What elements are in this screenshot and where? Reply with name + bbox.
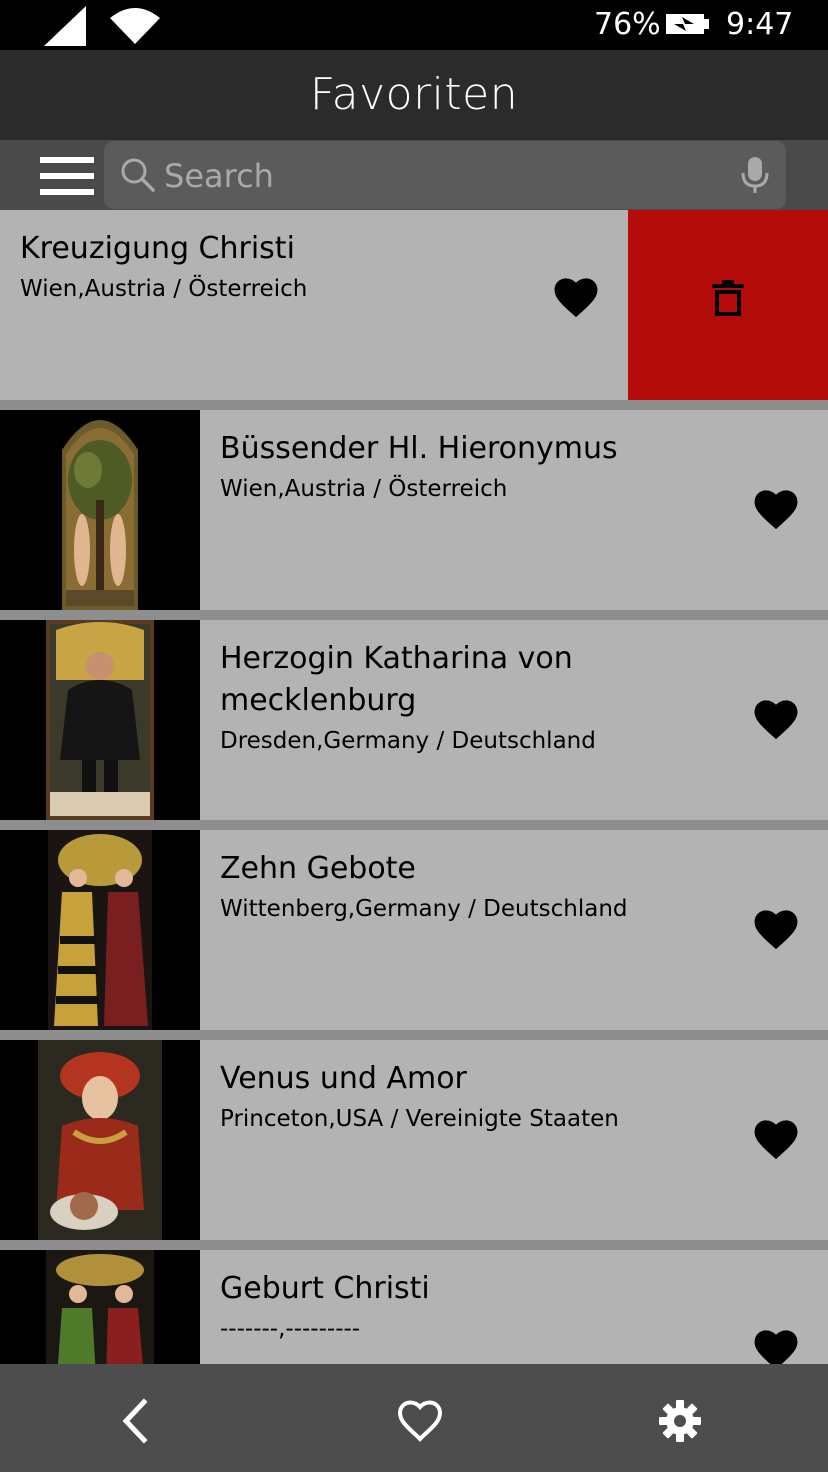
list-item[interactable]: Venus und Amor Princeton,USA / Vereinigt… xyxy=(0,1040,828,1240)
heart-icon[interactable] xyxy=(754,490,798,530)
status-bar: 76% 9:47 xyxy=(0,0,828,50)
gear-icon[interactable] xyxy=(655,1396,705,1446)
heart-icon[interactable] xyxy=(754,1330,798,1364)
microphone-icon[interactable] xyxy=(740,155,770,195)
trash-icon xyxy=(712,280,744,316)
menu-icon-line xyxy=(40,173,94,179)
artwork-title: Zehn Gebote xyxy=(220,851,416,886)
menu-icon-line xyxy=(40,189,94,195)
bottom-nav xyxy=(0,1364,828,1472)
list-item-text: Geburt Christi -------,--------- xyxy=(220,1268,720,1346)
list-item-text: Büssender Hl. Hieronymus Wien,Austria / … xyxy=(220,428,720,506)
artwork-title: Geburt Christi xyxy=(220,1271,430,1306)
list-item-text: Kreuzigung Christi Wien,Austria / Österr… xyxy=(20,228,520,306)
list-item-text: Zehn Gebote Wittenberg,Germany / Deutsch… xyxy=(220,848,720,926)
artwork-location: Wien,Austria / Österreich xyxy=(20,276,308,302)
artwork-thumbnail xyxy=(0,410,200,610)
menu-icon-line xyxy=(40,157,94,163)
list-item-text: Herzogin Katharina von mecklenburg Dresd… xyxy=(220,638,720,758)
artwork-thumbnail xyxy=(0,1250,200,1364)
heart-icon[interactable] xyxy=(754,700,798,740)
list-item[interactable]: Kreuzigung Christi Wien,Austria / Österr… xyxy=(0,210,828,400)
artwork-location: Wittenberg,Germany / Deutschland xyxy=(220,896,628,922)
artwork-location: Princeton,USA / Vereinigte Staaten xyxy=(220,1106,619,1132)
menu-button[interactable] xyxy=(40,157,94,195)
artwork-thumbnail xyxy=(0,620,200,820)
heart-icon[interactable] xyxy=(554,278,598,318)
status-clock: 9:47 xyxy=(726,7,794,42)
artwork-location: Dresden,Germany / Deutschland xyxy=(220,728,596,754)
heart-icon[interactable] xyxy=(754,1120,798,1160)
favorites-list: Kreuzigung Christi Wien,Austria / Österr… xyxy=(0,210,828,1364)
list-item-text: Venus und Amor Princeton,USA / Vereinigt… xyxy=(220,1058,720,1136)
search-field[interactable] xyxy=(104,141,786,209)
artwork-title: Kreuzigung Christi xyxy=(20,231,295,266)
cell-signal-icon xyxy=(44,6,86,46)
artwork-location: Wien,Austria / Österreich xyxy=(220,476,508,502)
artwork-thumbnail xyxy=(0,830,200,1030)
artwork-thumbnail xyxy=(0,1040,200,1240)
heart-icon[interactable] xyxy=(754,910,798,950)
list-item[interactable]: Büssender Hl. Hieronymus Wien,Austria / … xyxy=(0,410,828,610)
search-icon xyxy=(121,158,155,192)
artwork-title: Herzogin Katharina von mecklenburg xyxy=(220,641,573,718)
search-input[interactable] xyxy=(162,151,726,201)
back-chevron-icon[interactable] xyxy=(110,1396,160,1446)
artwork-location: -------,--------- xyxy=(220,1316,361,1342)
list-item[interactable]: Geburt Christi -------,--------- xyxy=(0,1250,828,1364)
wifi-icon xyxy=(110,8,160,44)
battery-charging-icon xyxy=(666,14,709,34)
battery-percentage: 76% xyxy=(594,7,661,42)
heart-outline-icon[interactable] xyxy=(395,1396,445,1446)
list-item[interactable]: Zehn Gebote Wittenberg,Germany / Deutsch… xyxy=(0,830,828,1030)
list-item[interactable]: Herzogin Katharina von mecklenburg Dresd… xyxy=(0,620,828,820)
page-title: Favoriten xyxy=(309,69,519,120)
delete-button[interactable] xyxy=(628,210,828,400)
artwork-title: Venus und Amor xyxy=(220,1061,467,1096)
artwork-title: Büssender Hl. Hieronymus xyxy=(220,431,618,466)
title-bar: Favoriten xyxy=(0,50,828,140)
